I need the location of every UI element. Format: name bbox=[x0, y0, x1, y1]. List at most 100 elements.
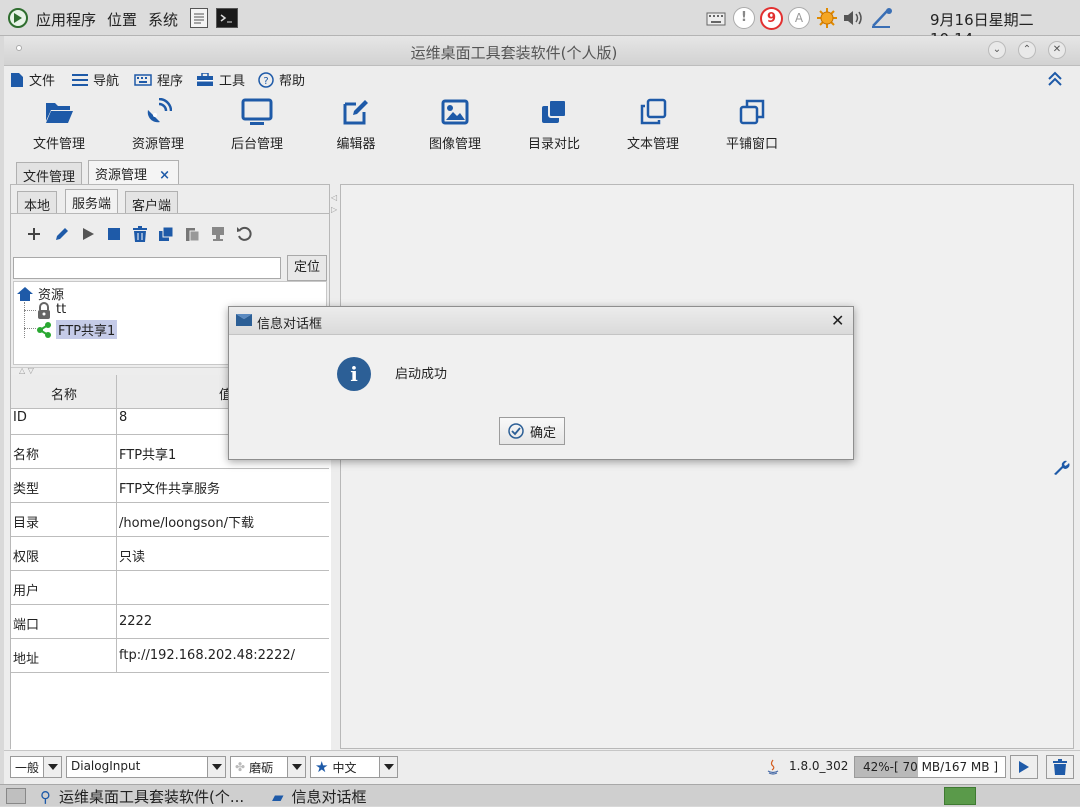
table-row[interactable]: 用户 bbox=[11, 571, 329, 605]
maximize-button[interactable]: ⌃ bbox=[1018, 41, 1036, 59]
row-key: 目录 bbox=[13, 516, 40, 531]
table-row[interactable]: 端口 2222 bbox=[11, 605, 329, 639]
svg-text:?: ? bbox=[263, 76, 268, 87]
copy-icon bbox=[640, 98, 667, 125]
tree-item-ftp-share[interactable]: FTP共享1 bbox=[36, 320, 118, 339]
menu-program[interactable]: 程序 bbox=[134, 70, 183, 89]
tab-resource-manager[interactable]: 资源管理 × bbox=[88, 160, 180, 184]
wrench-icon[interactable] bbox=[1052, 458, 1070, 476]
applications-menu[interactable]: 应用程序 bbox=[36, 9, 96, 30]
font-select[interactable]: DialogInput bbox=[66, 756, 226, 778]
subtab-server[interactable]: 服务端 bbox=[65, 189, 119, 213]
workspace-switcher[interactable] bbox=[944, 787, 976, 805]
duplicate-icon[interactable] bbox=[157, 225, 175, 243]
toolbar-directory-compare-button[interactable]: 目录对比 bbox=[504, 96, 604, 156]
network-icon[interactable] bbox=[870, 7, 894, 29]
minimize-button[interactable]: ⌄ bbox=[988, 41, 1006, 59]
toolbar-backend-manager-button[interactable]: 后台管理 bbox=[207, 96, 307, 156]
toolbar-tile-windows-button[interactable]: 平铺窗口 bbox=[702, 96, 802, 156]
subtab-client[interactable]: 客户端 bbox=[125, 191, 179, 214]
resource-search-input[interactable] bbox=[13, 257, 281, 279]
notification-count-badge[interactable]: 9 bbox=[760, 7, 783, 30]
keyboard-indicator-icon[interactable] bbox=[706, 9, 726, 27]
close-window-button[interactable]: ✕ bbox=[1048, 41, 1066, 59]
system-menu[interactable]: 系统 bbox=[148, 9, 178, 30]
ok-button[interactable]: 确定 bbox=[499, 417, 565, 445]
info-dialog: 信息对话框 ✕ i 启动成功 确定 bbox=[228, 306, 854, 460]
subtab-server-label: 服务端 bbox=[72, 197, 112, 212]
memory-bar[interactable]: 42%-[ 70 MB/167 MB ] bbox=[854, 756, 1006, 778]
refresh-icon[interactable] bbox=[235, 225, 253, 243]
subtab-local[interactable]: 本地 bbox=[17, 191, 58, 214]
tab-close-icon[interactable]: × bbox=[159, 168, 170, 183]
chevron-down-icon bbox=[287, 757, 305, 777]
info-status-icon[interactable]: ! bbox=[733, 7, 755, 29]
add-icon[interactable] bbox=[25, 225, 43, 243]
folder-open-icon bbox=[46, 103, 73, 123]
toolbox-icon bbox=[197, 72, 213, 86]
toolbar-text-manager-label: 文本管理 bbox=[626, 137, 679, 152]
stamp-icon[interactable] bbox=[209, 225, 227, 243]
theme-select[interactable]: ✤ 磨砺 bbox=[230, 756, 306, 778]
places-menu[interactable]: 位置 bbox=[107, 9, 137, 30]
language-select[interactable]: ★ 中文 bbox=[310, 756, 398, 778]
menu-program-label: 程序 bbox=[157, 74, 184, 89]
tab-file-manager[interactable]: 文件管理 bbox=[16, 162, 83, 185]
dialog-title: 信息对话框 bbox=[257, 317, 323, 332]
text-editor-launcher-icon[interactable] bbox=[190, 8, 208, 28]
window-titlebar[interactable]: 运维桌面工具套装软件(个人版) ⌄ ⌃ ✕ bbox=[4, 36, 1080, 66]
delete-icon[interactable] bbox=[131, 225, 149, 243]
table-row[interactable]: 地址 ftp://192.168.202.48:2222/ bbox=[11, 639, 329, 673]
tree-item-tt[interactable]: tt bbox=[36, 302, 66, 320]
update-sun-icon[interactable] bbox=[816, 7, 838, 29]
stop-icon[interactable] bbox=[105, 225, 123, 243]
toolbar-editor-button[interactable]: 编辑器 bbox=[306, 96, 406, 156]
toolbar-file-manager-button[interactable]: 文件管理 bbox=[9, 96, 109, 156]
tab-resource-manager-label: 资源管理 bbox=[95, 168, 148, 183]
menu-navigate[interactable]: 导航 bbox=[72, 70, 119, 89]
category-select[interactable]: 一般 bbox=[10, 756, 62, 778]
menu-file[interactable]: 文件 bbox=[10, 70, 55, 89]
menu-tools[interactable]: 工具 bbox=[196, 70, 245, 89]
list-icon bbox=[72, 73, 88, 86]
toolbar-resource-manager-button[interactable]: 资源管理 bbox=[108, 96, 208, 156]
window-title: 运维桌面工具套装软件(个人版) bbox=[410, 44, 618, 62]
tree-line bbox=[24, 302, 25, 338]
row-value: FTP文件共享服务 bbox=[119, 482, 221, 497]
language-select-value: 中文 bbox=[332, 760, 357, 775]
category-select-value: 一般 bbox=[15, 761, 40, 775]
lock-icon bbox=[38, 302, 50, 319]
panel-collapse-arrows[interactable]: ◁ ▷ bbox=[331, 192, 337, 216]
toolbar-image-manager-button[interactable]: 图像管理 bbox=[405, 96, 505, 156]
menu-help[interactable]: ? 帮助 bbox=[258, 70, 305, 89]
row-key: 端口 bbox=[13, 618, 40, 633]
dialog-close-button[interactable]: ✕ bbox=[831, 311, 844, 330]
table-row[interactable]: 权限 只读 bbox=[11, 537, 329, 571]
user-status-icon[interactable]: A bbox=[788, 7, 810, 29]
collapse-toolbar-icon[interactable] bbox=[1046, 70, 1064, 88]
toolbar-backend-manager-label: 后台管理 bbox=[230, 137, 283, 152]
dialog-titlebar[interactable]: 信息对话框 ✕ bbox=[229, 307, 853, 335]
row-key: 权限 bbox=[13, 550, 40, 565]
terminal-launcher-icon[interactable] bbox=[216, 8, 238, 28]
toolbar-text-manager-button[interactable]: 文本管理 bbox=[603, 96, 703, 156]
menu-tools-label: 工具 bbox=[219, 74, 246, 89]
os-logo-icon[interactable] bbox=[8, 8, 28, 28]
start-icon[interactable] bbox=[79, 225, 97, 243]
check-circle-icon bbox=[508, 423, 524, 439]
taskbar-item-main-window[interactable]: ⚲ 运维桌面工具套装软件(个... bbox=[40, 786, 244, 807]
table-row[interactable]: 目录/home/loongson/下载 bbox=[11, 503, 329, 537]
edit-pencil-icon[interactable] bbox=[53, 225, 71, 243]
dialog-window-icon: ▰ bbox=[272, 787, 284, 806]
clear-memory-button[interactable] bbox=[1046, 755, 1074, 779]
tree-line bbox=[24, 310, 36, 311]
locate-button[interactable]: 定位 bbox=[287, 255, 327, 281]
volume-icon[interactable] bbox=[842, 8, 866, 28]
table-row[interactable]: 类型 FTP文件共享服务 bbox=[11, 469, 329, 503]
taskbar-item-dialog[interactable]: ▰ 信息对话框 bbox=[272, 786, 367, 807]
clipboard-icon[interactable] bbox=[183, 225, 201, 243]
tree-root[interactable]: 资源 bbox=[16, 284, 64, 303]
row-value: 8 bbox=[119, 410, 128, 425]
run-gc-button[interactable] bbox=[1010, 755, 1038, 779]
show-desktop-icon[interactable] bbox=[6, 788, 26, 804]
